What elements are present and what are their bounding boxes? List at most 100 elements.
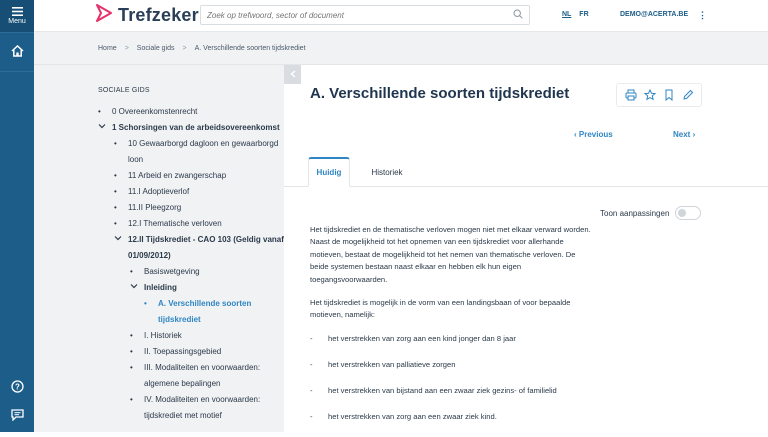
menu-label: Menu — [8, 18, 26, 25]
question-icon: ? — [10, 379, 24, 395]
toc-item[interactable]: • 12.I Thematische verloven — [98, 216, 284, 232]
bullet-icon: • — [130, 363, 133, 372]
toc-item-label: 1 Schorsingen van de arbeidsovereenkomst — [112, 123, 280, 132]
bullet-icon: • — [114, 203, 117, 212]
toc-item-expanded[interactable]: Inleiding — [98, 280, 284, 296]
bullet-icon: • — [144, 299, 147, 308]
chevron-left-icon: ‹ — [574, 130, 577, 139]
page-title: A. Verschillende soorten tijdskrediet — [310, 85, 570, 102]
toc-item-label: 12.II Tijdskrediet - CAO 103 (Geldig van… — [128, 235, 284, 260]
breadcrumb-current: A. Verschillende soorten tijdskrediet — [194, 44, 306, 52]
bullet-icon: • — [130, 267, 133, 276]
feedback-button[interactable] — [0, 404, 34, 428]
previous-link[interactable]: ‹ Previous — [574, 130, 613, 139]
tab-huidig[interactable]: Huidig — [308, 157, 350, 187]
search-icon[interactable] — [513, 6, 523, 24]
toc-item[interactable]: • I. Historiek — [98, 328, 284, 344]
toc-item-label: 11 Arbeid en zwangerschap — [128, 171, 227, 180]
home-button[interactable] — [0, 32, 34, 72]
toc-item[interactable]: • Basiswetgeving — [98, 264, 284, 280]
bookmark-icon[interactable] — [663, 89, 675, 101]
article-tabs: Huidig Historiek — [284, 157, 768, 187]
top-bar: Trefzeker NL FR DEMO@ACERTA.BE ⋮ — [34, 0, 768, 32]
more-options-icon[interactable]: ⋮ — [698, 10, 707, 21]
breadcrumb-separator: > — [124, 44, 129, 52]
list-item: - het verstrekken van palliatieve zorgen — [310, 359, 594, 371]
list-item: - het verstrekken van zorg aan een zwaar… — [310, 411, 594, 423]
logo-chevron-icon — [96, 4, 112, 27]
language-switch: NL FR — [562, 11, 595, 18]
lang-nl-link[interactable]: NL — [562, 11, 571, 18]
toc-item[interactable]: • 10 Gewaarborgd dagloon en gewaarborgd … — [98, 136, 284, 168]
toc-item-label: 10 Gewaarborgd dagloon en gewaarborgd lo… — [128, 139, 279, 164]
home-icon — [10, 44, 24, 59]
tab-historiek[interactable]: Historiek — [364, 157, 410, 187]
svg-text:?: ? — [15, 382, 20, 391]
list-item-text: het verstrekken van bijstand aan een zwa… — [328, 385, 557, 395]
article-body: Het tijdskrediet en de thematische verlo… — [310, 224, 594, 437]
paragraph: Het tijdskrediet is mogelijk in de vorm … — [310, 298, 571, 320]
star-icon[interactable] — [643, 89, 656, 101]
breadcrumb-home[interactable]: Home — [98, 45, 117, 52]
sidebar-title: SOCIALE GIDS — [98, 87, 150, 94]
brand-name: Trefzeker — [118, 5, 199, 25]
previous-label: Previous — [578, 130, 613, 139]
search-input[interactable] — [207, 10, 513, 20]
toc-item-label: Basiswetgeving — [144, 267, 200, 276]
chevron-down-icon[interactable] — [130, 280, 144, 296]
list-item-text: het verstrekken van palliatieve zorgen — [328, 359, 456, 369]
breadcrumb-separator: > — [182, 44, 187, 52]
toc-item[interactable]: • 11.I Adoptieverlof — [98, 184, 284, 200]
toc-item-label: 0 Overeenkomstenrecht — [112, 107, 198, 116]
lang-fr-link[interactable]: FR — [579, 11, 588, 18]
breadcrumb-sociale-gids[interactable]: Sociale gids — [137, 45, 175, 52]
toc-item[interactable]: • 11.II Pleegzorg — [98, 200, 284, 216]
dash-marker: - — [310, 385, 313, 395]
toc-item-label: IV. Modaliteiten en voorwaarden: tijdskr… — [144, 395, 261, 420]
help-button[interactable]: ? — [0, 376, 34, 398]
toc-item-label: II. Toepassingsgebied — [144, 347, 222, 356]
left-rail: Menu ? — [0, 0, 34, 432]
list-item: - het verstrekken van bijstand aan een z… — [310, 385, 594, 397]
toc-item-label: 12.I Thematische verloven — [128, 219, 222, 228]
toc-item[interactable]: • 11 Arbeid en zwangerschap — [98, 168, 284, 184]
toc-item[interactable]: • II. Toepassingsgebied — [98, 344, 284, 360]
chevron-right-icon: › — [692, 130, 696, 139]
chevron-down-icon[interactable] — [98, 120, 112, 136]
toc-item[interactable]: • IV. Modaliteiten en voorwaarden: tijds… — [98, 392, 284, 424]
list-item-text: het verstrekken van zorg aan een zwaar z… — [328, 411, 497, 421]
bullet-icon: • — [114, 171, 117, 180]
logo[interactable]: Trefzeker — [96, 4, 199, 27]
print-icon[interactable] — [625, 89, 637, 101]
next-label: Next — [673, 130, 691, 139]
user-account-link[interactable]: DEMO@ACERTA.BE — [620, 11, 688, 18]
bullet-icon: • — [98, 107, 101, 116]
toc-item[interactable]: • III. Modaliteiten en voorwaarden: alge… — [98, 360, 284, 392]
search-box[interactable] — [200, 5, 530, 25]
next-link[interactable]: Next › — [673, 130, 695, 139]
toc-item-label: A. Verschillende soorten tijdskrediet — [158, 299, 252, 324]
toc-item-label: I. Historiek — [144, 331, 182, 340]
paragraph: Het tijdskrediet en de thematische verlo… — [310, 225, 591, 284]
bullet-icon: • — [114, 219, 117, 228]
bullet-icon: • — [130, 331, 133, 340]
dash-marker: - — [310, 333, 313, 343]
toc-item[interactable]: • 0 Overeenkomstenrecht — [98, 104, 284, 120]
toc-item-expanded[interactable]: 12.II Tijdskrediet - CAO 103 (Geldig van… — [98, 232, 284, 264]
menu-button[interactable]: Menu — [0, 0, 34, 32]
chat-icon — [10, 409, 24, 423]
toc-item-active[interactable]: • A. Verschillende soorten tijdskrediet — [98, 296, 284, 328]
show-changes-toggle[interactable] — [675, 206, 702, 220]
list-item-text: het verstrekken van zorg aan een kind jo… — [328, 333, 516, 343]
chevron-down-icon[interactable] — [114, 232, 128, 264]
toc-item-label: Inleiding — [144, 283, 177, 292]
list-item: - het verstrekken van zorg aan een kind … — [310, 333, 594, 345]
article-toolbar — [616, 83, 702, 107]
dash-marker: - — [310, 359, 313, 369]
show-changes-row: Toon aanpassingen — [600, 206, 702, 220]
bullet-icon: • — [114, 139, 117, 148]
toc-item-label: III. Modaliteiten en voorwaarden: algeme… — [144, 363, 261, 388]
toc-item-expanded[interactable]: 1 Schorsingen van de arbeidsovereenkomst — [98, 120, 284, 136]
edit-pencil-icon[interactable] — [682, 89, 694, 101]
bullet-icon: • — [130, 395, 133, 404]
